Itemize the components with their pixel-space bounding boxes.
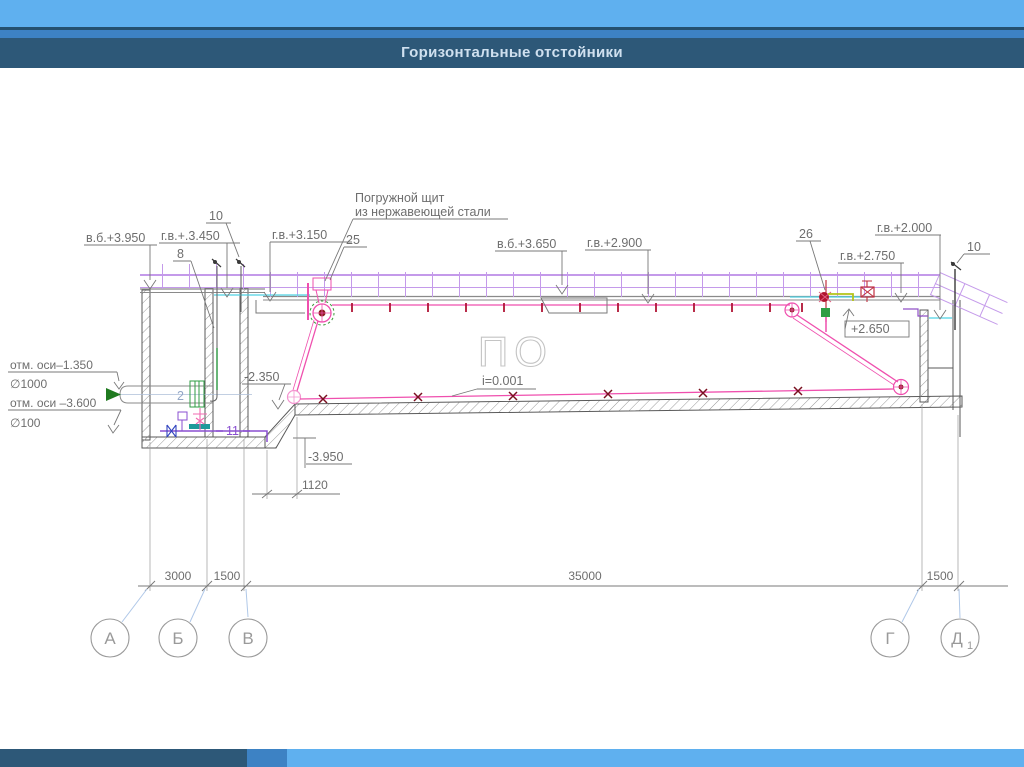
level-gv2000: г.в.+2.000 — [877, 221, 932, 235]
callout-26: 26 — [799, 227, 813, 241]
level-gv2900: г.в.+2.900 — [587, 236, 642, 250]
callout-10-left: 10 — [209, 209, 223, 223]
axis-a: А — [104, 629, 116, 648]
level-vb3950: в.б.+3.950 — [86, 231, 145, 245]
footer-segment-light — [287, 749, 1024, 767]
footer-band — [0, 749, 1024, 767]
level-m2350: -2.350 — [244, 370, 279, 384]
callout-25: 25 — [346, 233, 360, 247]
dim-1500-left: 1500 — [214, 569, 241, 583]
level-gv3150: г.в.+3.150 — [272, 228, 327, 242]
axis-v: В — [242, 629, 253, 648]
callout-8: 8 — [177, 247, 184, 261]
note-line1: Погружной щит — [355, 191, 445, 205]
level-gv2750: г.в.+2.750 — [840, 249, 895, 263]
footer-segment-mid — [247, 749, 287, 767]
axis-mark-3600: отм. оси –3.600 — [10, 396, 97, 410]
idler-sprocket-top — [784, 302, 800, 318]
callout-10-right: 10 — [967, 240, 981, 254]
corner-wheel — [286, 389, 302, 405]
slope-label: i=0.001 — [482, 374, 523, 388]
level-vb3650: в.б.+3.650 — [497, 237, 556, 251]
callout-2: 2 — [177, 389, 184, 403]
level-m3950: -3.950 — [308, 450, 343, 464]
flow-arrow — [106, 388, 121, 401]
callout-11: 11 — [226, 424, 239, 438]
idler-sprocket-bottom — [892, 378, 910, 396]
axis-g: Г — [885, 629, 894, 648]
dim-35000: 35000 — [568, 569, 602, 583]
axis-mark-1350: отм. оси–1.350 — [10, 358, 93, 372]
axis-b: Б — [172, 629, 183, 648]
level-gv3450: г.в.+.3.450 — [161, 229, 220, 243]
dia-1000: ∅1000 — [10, 377, 47, 391]
watermark-text: ПО — [478, 328, 553, 375]
level-p2650: +2.650 — [851, 322, 890, 336]
dia-100: ∅100 — [10, 416, 41, 430]
note-line2: из нержавеющей стали — [355, 205, 491, 219]
drawing-canvas: ПО в.б.+3.950 г.в.+.3.450 г.в.+3.150 в.б… — [8, 191, 1008, 658]
axis-d-index: 1 — [967, 640, 973, 652]
dim-3000: 3000 — [165, 569, 192, 583]
axis-bubbles: А Б В Г Д 1 — [90, 588, 980, 658]
footer-segment-dark — [0, 749, 247, 767]
dim-1500-right: 1500 — [927, 569, 954, 583]
axis-d: Д — [951, 629, 963, 648]
dim-1120-text: 1120 — [302, 478, 328, 492]
dimension-chain: 3000 1500 35000 1500 — [138, 404, 1008, 592]
